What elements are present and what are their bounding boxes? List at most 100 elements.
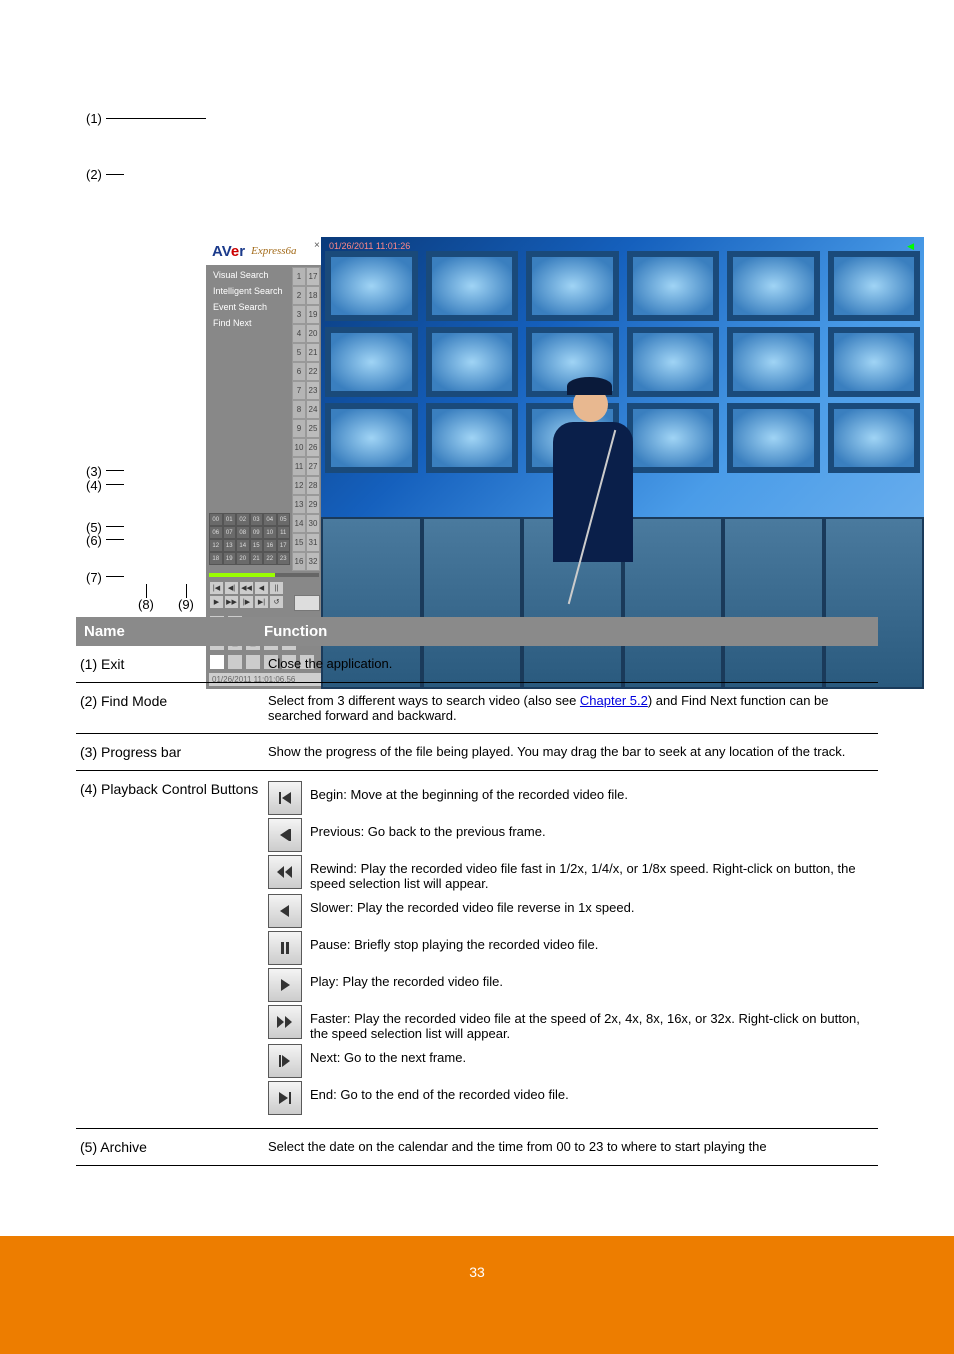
hour-07[interactable]: 07 — [223, 526, 237, 539]
hour-17[interactable]: 17 — [277, 539, 291, 552]
chan-11[interactable]: 11 — [292, 457, 306, 476]
hour-18[interactable]: 18 — [209, 552, 223, 565]
chan-5[interactable]: 5 — [292, 343, 306, 362]
chan-24[interactable]: 24 — [306, 400, 320, 419]
next-button[interactable]: |▶ — [239, 595, 254, 609]
prev-icon — [268, 818, 302, 852]
faster-button[interactable]: ▶▶ — [224, 595, 239, 609]
callout-3: (3) — [86, 464, 102, 479]
hour-19[interactable]: 19 — [223, 552, 237, 565]
hour-03[interactable]: 03 — [250, 513, 264, 526]
chapter-link[interactable]: Chapter 5.2 — [580, 693, 648, 708]
prev-desc: Previous: Go back to the previous frame. — [310, 818, 874, 839]
table-row: (2) Find Mode Select from 3 different wa… — [76, 683, 878, 734]
chan-8[interactable]: 8 — [292, 400, 306, 419]
page-footer: 33 — [0, 1236, 954, 1354]
extra-icon[interactable]: ↺ — [269, 595, 284, 609]
chan-2[interactable]: 2 — [292, 286, 306, 305]
play-button[interactable]: ▶ — [209, 595, 224, 609]
prev-button[interactable]: ◀| — [224, 581, 239, 595]
callout-2: (2) — [86, 167, 102, 182]
row-name-4: (4) Playback Control Buttons — [76, 771, 264, 1129]
row-func-1: Close the application. — [264, 646, 878, 683]
hour-01[interactable]: 01 — [223, 513, 237, 526]
search-menu: Visual Search Intelligent Search Event S… — [209, 267, 291, 331]
pause-button[interactable]: || — [269, 581, 284, 595]
hour-16[interactable]: 16 — [263, 539, 277, 552]
chan-22[interactable]: 22 — [306, 362, 320, 381]
menu-find-next[interactable]: Find Next — [209, 315, 291, 331]
pause-desc: Pause: Briefly stop playing the recorded… — [310, 931, 874, 952]
hour-22[interactable]: 22 — [263, 552, 277, 565]
hour-06[interactable]: 06 — [209, 526, 223, 539]
row-name-2: (2) Find Mode — [76, 683, 264, 734]
play-icon — [268, 968, 302, 1002]
hour-05[interactable]: 05 — [277, 513, 291, 526]
menu-event-search[interactable]: Event Search — [209, 299, 291, 315]
row-func-2: Select from 3 different ways to search v… — [264, 683, 878, 734]
hour-grid: 00 01 02 03 04 05 06 07 08 09 10 11 12 — [209, 513, 291, 565]
menu-intelligent-search[interactable]: Intelligent Search — [209, 283, 291, 299]
hour-09[interactable]: 09 — [250, 526, 264, 539]
table-row: (3) Progress bar Show the progress of th… — [76, 734, 878, 771]
chan-31[interactable]: 31 — [306, 533, 320, 552]
chan-30[interactable]: 30 — [306, 514, 320, 533]
chan-20[interactable]: 20 — [306, 324, 320, 343]
callout-9: (9) — [178, 597, 194, 612]
hour-15[interactable]: 15 — [250, 539, 264, 552]
chan-4[interactable]: 4 — [292, 324, 306, 343]
progress-bar[interactable] — [209, 573, 319, 577]
hour-00[interactable]: 00 — [209, 513, 223, 526]
chan-16[interactable]: 16 — [292, 552, 306, 571]
chan-12[interactable]: 12 — [292, 476, 306, 495]
chan-26[interactable]: 26 — [306, 438, 320, 457]
chan-9[interactable]: 9 — [292, 419, 306, 438]
table-header: Name Function — [76, 617, 878, 646]
callout-4: (4) — [86, 478, 102, 493]
camera-icon[interactable] — [294, 595, 320, 611]
chan-7[interactable]: 7 — [292, 381, 306, 400]
chan-28[interactable]: 28 — [306, 476, 320, 495]
hour-13[interactable]: 13 — [223, 539, 237, 552]
chan-3[interactable]: 3 — [292, 305, 306, 324]
hour-14[interactable]: 14 — [236, 539, 250, 552]
hour-02[interactable]: 02 — [236, 513, 250, 526]
chan-18[interactable]: 18 — [306, 286, 320, 305]
callout-1: (1) — [86, 111, 102, 126]
hour-08[interactable]: 08 — [236, 526, 250, 539]
chan-17[interactable]: 17 — [306, 267, 320, 286]
row-func-5: Select the date on the calendar and the … — [264, 1129, 878, 1166]
hour-10[interactable]: 10 — [263, 526, 277, 539]
chan-15[interactable]: 15 — [292, 533, 306, 552]
menu-visual-search[interactable]: Visual Search — [209, 267, 291, 283]
chan-21[interactable]: 21 — [306, 343, 320, 362]
slower-button[interactable]: ◀ — [254, 581, 269, 595]
table-row: (5) Archive Select the date on the calen… — [76, 1129, 878, 1166]
hour-11[interactable]: 11 — [277, 526, 291, 539]
chan-23[interactable]: 23 — [306, 381, 320, 400]
function-table: Name Function (1) Exit Close the applica… — [76, 617, 878, 1166]
chan-27[interactable]: 27 — [306, 457, 320, 476]
chan-10[interactable]: 10 — [292, 438, 306, 457]
chan-25[interactable]: 25 — [306, 419, 320, 438]
pause-icon — [268, 931, 302, 965]
row-name-1: (1) Exit — [76, 646, 264, 683]
end-button[interactable]: ▶| — [254, 595, 269, 609]
hour-20[interactable]: 20 — [236, 552, 250, 565]
rewind-button[interactable]: ◀◀ — [239, 581, 254, 595]
hour-21[interactable]: 21 — [250, 552, 264, 565]
chan-14[interactable]: 14 — [292, 514, 306, 533]
chan-1[interactable]: 1 — [292, 267, 306, 286]
chan-29[interactable]: 29 — [306, 495, 320, 514]
begin-button[interactable]: |◀ — [209, 581, 224, 595]
chan-32[interactable]: 32 — [306, 552, 320, 571]
figure-screenshot: (1) (2) (3) (4) (5) (6) (7) (8) (9) (10)… — [86, 104, 856, 614]
channel-grid: 117 218 319 420 521 622 723 824 925 1026… — [292, 267, 320, 571]
row-func-4: Begin: Move at the beginning of the reco… — [264, 771, 878, 1129]
chan-13[interactable]: 13 — [292, 495, 306, 514]
hour-12[interactable]: 12 — [209, 539, 223, 552]
chan-6[interactable]: 6 — [292, 362, 306, 381]
hour-23[interactable]: 23 — [277, 552, 291, 565]
chan-19[interactable]: 19 — [306, 305, 320, 324]
hour-04[interactable]: 04 — [263, 513, 277, 526]
